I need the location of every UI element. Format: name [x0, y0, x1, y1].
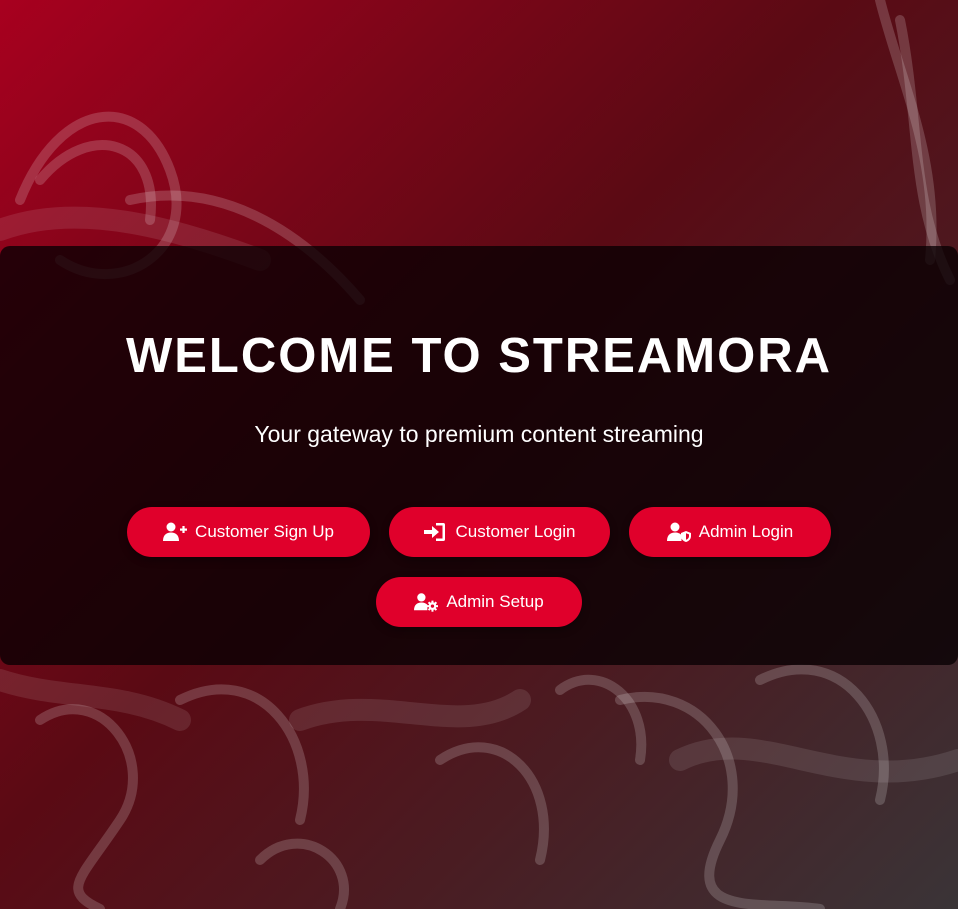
customer-login-button[interactable]: Customer Login: [389, 507, 610, 557]
user-shield-icon: [666, 522, 691, 542]
sign-in-icon: [423, 522, 447, 542]
user-plus-icon: [163, 522, 188, 542]
customer-signup-label: Customer Sign Up: [195, 522, 334, 541]
customer-signup-button[interactable]: Customer Sign Up: [127, 507, 370, 557]
page-subtitle: Your gateway to premium content streamin…: [254, 421, 704, 447]
admin-login-label: Admin Login: [698, 522, 794, 541]
user-gear-icon: [414, 592, 439, 612]
admin-login-button[interactable]: Admin Login: [629, 507, 831, 557]
customer-login-label: Customer Login: [455, 522, 576, 541]
admin-setup-label: Admin Setup: [446, 592, 544, 611]
admin-setup-button[interactable]: Admin Setup: [376, 577, 582, 627]
page-title: WELCOME TO STREAMORA: [125, 329, 833, 383]
